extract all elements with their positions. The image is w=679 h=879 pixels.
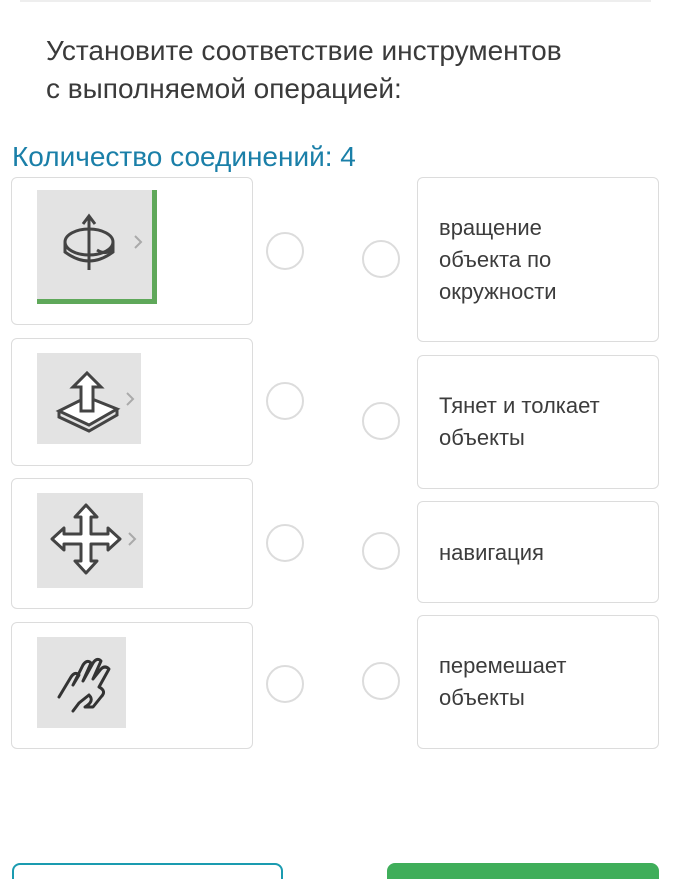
right-item-move-objects[interactable]: перемешает объекты [417, 615, 659, 749]
pan-hand-tool-thumbnail [37, 637, 126, 728]
right-item-label: Тянет и толкает объекты [439, 393, 600, 450]
right-item-rotate[interactable]: вращение объекта по окружности [417, 177, 659, 342]
move-tool-icon [50, 503, 137, 575]
pan-hand-tool-icon [57, 657, 111, 713]
back-button[interactable] [12, 863, 283, 879]
left-item-pan[interactable] [11, 622, 253, 749]
next-button[interactable] [387, 863, 659, 879]
orbit-tool-icon [37, 190, 157, 304]
right-item-label: навигация [439, 540, 544, 565]
right-connector-2[interactable] [362, 402, 400, 440]
right-connector-1[interactable] [362, 240, 400, 278]
push-pull-tool-icon [55, 370, 135, 433]
right-connector-3[interactable] [362, 532, 400, 570]
left-connector-2[interactable] [266, 382, 304, 420]
top-divider [20, 0, 651, 2]
left-item-orbit[interactable] [11, 177, 253, 325]
left-item-push-pull[interactable] [11, 338, 253, 466]
left-connector-1[interactable] [266, 232, 304, 270]
question-line-2: с выполняемой операцией: [46, 73, 402, 104]
question-line-1: Установите соответствие инструментов [46, 35, 562, 66]
left-connector-3[interactable] [266, 524, 304, 562]
right-item-label: перемешает объекты [439, 653, 567, 710]
push-pull-tool-thumbnail [37, 353, 141, 444]
left-item-move[interactable] [11, 478, 253, 609]
left-connector-4[interactable] [266, 665, 304, 703]
right-item-navigation[interactable]: навигация [417, 501, 659, 603]
question-text: Установите соответствие инструментов с в… [46, 32, 646, 108]
right-connector-4[interactable] [362, 662, 400, 700]
orbit-tool-thumbnail [37, 190, 157, 304]
right-item-push-pull[interactable]: Тянет и толкает объекты [417, 355, 659, 489]
right-item-label: вращение объекта по окружности [439, 215, 557, 304]
move-tool-thumbnail [37, 493, 143, 588]
connections-count: Количество соединений: 4 [12, 141, 356, 172]
